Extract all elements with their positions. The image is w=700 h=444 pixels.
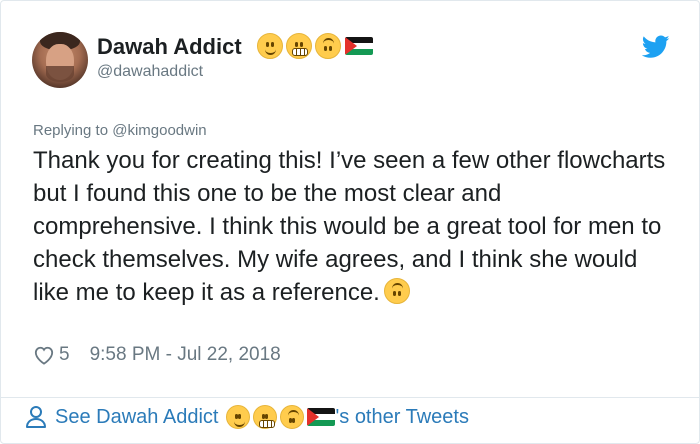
slightly-smiling-face-icon	[257, 33, 283, 59]
tweet-text-body: Thank you for creating this! I’ve seen a…	[33, 147, 666, 306]
upside-down-face-icon	[383, 278, 410, 304]
palestine-flag-icon	[345, 37, 373, 55]
upside-down-face-icon	[280, 405, 305, 429]
upside-down-face-icon	[315, 33, 341, 59]
slightly-smiling-face-icon	[226, 405, 251, 429]
person-icon	[26, 406, 46, 428]
author-handle[interactable]: @dawahaddict	[97, 63, 203, 81]
tweet-meta: 5 9:58 PM - Jul 22, 2018	[33, 344, 281, 366]
grimacing-face-icon	[253, 405, 278, 429]
twitter-bird-icon[interactable]	[642, 35, 670, 59]
embedded-tweet-card: Dawah Addict @dawahaddict Replying to @k…	[0, 0, 700, 444]
replying-to-line[interactable]: Replying to @kimgoodwin	[33, 122, 207, 139]
palestine-flag-icon	[307, 408, 336, 426]
avatar[interactable]	[32, 32, 88, 88]
heart-icon[interactable]	[33, 345, 55, 365]
see-other-tweets-prefix: See Dawah Addict	[55, 405, 219, 428]
tweet-text: Thank you for creating this! I’ve seen a…	[33, 144, 673, 309]
tweet-timestamp[interactable]: 9:58 PM - Jul 22, 2018	[90, 344, 281, 366]
like-count[interactable]: 5	[59, 344, 70, 366]
see-other-tweets-link[interactable]: See Dawah Addict 's other Tweets	[25, 405, 469, 429]
grimacing-face-icon	[286, 33, 312, 59]
author-display-name[interactable]: Dawah Addict	[97, 34, 242, 60]
author-name-emojis	[257, 33, 373, 59]
divider	[1, 397, 699, 398]
see-other-tweets-suffix: 's other Tweets	[335, 405, 469, 428]
